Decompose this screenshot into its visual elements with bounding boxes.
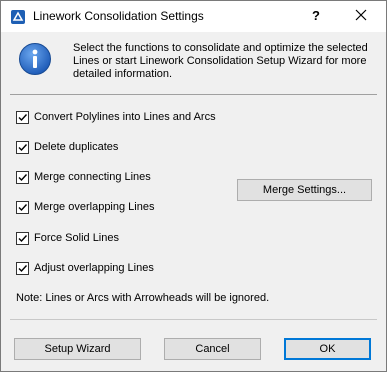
option-delete-duplicates[interactable]: Delete duplicates [16,139,118,155]
cancel-button[interactable]: Cancel [164,338,261,360]
option-adjust-overlapping[interactable]: Adjust overlapping Lines [16,260,154,276]
option-label: Adjust overlapping Lines [34,262,154,274]
checkbox[interactable] [16,110,29,124]
info-panel: Select the functions to consolidate and … [1,32,386,89]
checkbox[interactable] [16,231,29,245]
info-icon [18,42,52,76]
checkbox[interactable] [16,261,29,275]
title-bar[interactable]: Linework Consolidation Settings ? [1,1,386,32]
close-icon[interactable] [351,5,371,25]
note-text: Note: Lines or Arcs with Arrowheads will… [16,292,270,304]
app-icon [10,9,26,25]
option-merge-overlapping[interactable]: Merge overlapping Lines [16,199,154,215]
linework-consolidation-dialog: Linework Consolidation Settings ? Select… [0,0,387,372]
divider [10,319,377,320]
option-label: Delete duplicates [34,141,119,153]
option-convert-polylines[interactable]: Convert Polylines into Lines and Arcs [16,109,216,125]
info-message: Select the functions to consolidate and … [73,42,368,80]
divider [10,94,377,95]
option-label: Merge overlapping Lines [34,201,155,213]
checkbox[interactable] [16,200,29,214]
help-button[interactable]: ? [309,8,323,23]
window-title: Linework Consolidation Settings [33,9,204,23]
option-force-solid[interactable]: Force Solid Lines [16,230,119,246]
option-label: Force Solid Lines [34,232,119,244]
ok-button[interactable]: OK [284,338,371,360]
option-merge-connecting[interactable]: Merge connecting Lines [16,169,151,185]
checkbox[interactable] [16,140,29,154]
checkbox[interactable] [16,170,29,184]
option-label: Merge connecting Lines [34,171,151,183]
setup-wizard-button[interactable]: Setup Wizard [14,338,141,360]
option-label: Convert Polylines into Lines and Arcs [34,111,216,123]
merge-settings-button[interactable]: Merge Settings... [237,179,372,201]
